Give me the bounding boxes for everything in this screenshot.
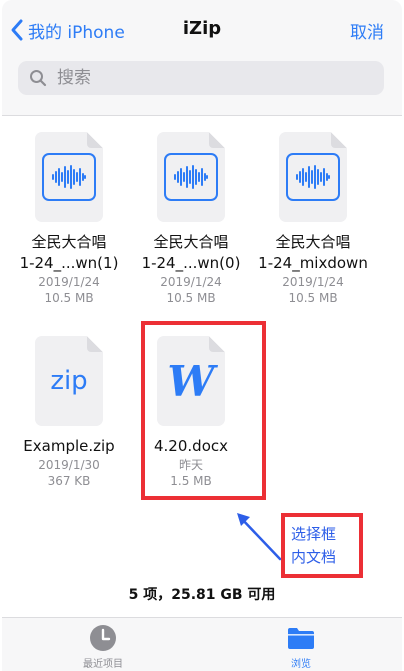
tab-browse[interactable]: 浏览 bbox=[256, 624, 346, 670]
file-item-audio-2[interactable]: 全民大合唱 1-24_...wn(0) 2019/1/24 10.5 MB bbox=[132, 132, 250, 306]
page-title: iZip bbox=[182, 18, 222, 39]
audio-file-icon bbox=[279, 132, 347, 222]
file-name: 全民大合唱 1-24_...wn(0) bbox=[141, 233, 241, 272]
file-item-audio-1[interactable]: 全民大合唱 1-24_...wn(1) 2019/1/24 10.5 MB bbox=[10, 132, 128, 306]
waveform-icon bbox=[174, 165, 208, 189]
waveform-icon bbox=[296, 165, 330, 189]
file-picker-sheet: 我的 iPhone iZip 取消 搜索 全民大合唱 1-24_...wn(1)… bbox=[2, 0, 402, 671]
file-date: 2019/1/24 bbox=[160, 275, 222, 289]
tab-bar: 最近项目 浏览 bbox=[2, 617, 402, 671]
annotation-note: 选择框 内文档 bbox=[281, 513, 363, 578]
navigation-header: 我的 iPhone iZip 取消 bbox=[2, 0, 402, 116]
tab-recents-label: 最近项目 bbox=[83, 659, 123, 670]
file-size: 367 KB bbox=[47, 474, 91, 488]
cancel-button[interactable]: 取消 bbox=[350, 18, 384, 43]
search-bar[interactable] bbox=[18, 61, 384, 95]
search-input[interactable] bbox=[55, 67, 359, 89]
tab-browse-label: 浏览 bbox=[291, 659, 311, 670]
audio-file-icon bbox=[35, 132, 103, 222]
zip-file-icon: zip bbox=[35, 336, 103, 426]
file-size: 10.5 MB bbox=[44, 291, 94, 305]
file-size: 10.5 MB bbox=[288, 291, 338, 305]
search-icon bbox=[30, 70, 47, 87]
file-size: 10.5 MB bbox=[166, 291, 216, 305]
waveform-icon bbox=[52, 165, 86, 189]
clock-icon bbox=[90, 625, 116, 651]
file-date: 2019/1/24 bbox=[38, 275, 100, 289]
file-name: 全民大合唱 1-24_...wn(1) bbox=[19, 233, 119, 272]
file-item-audio-3[interactable]: 全民大合唱 1-24_mixdown 2019/1/24 10.5 MB bbox=[254, 132, 372, 306]
audio-file-icon bbox=[157, 132, 225, 222]
selection-highlight-box bbox=[141, 321, 266, 500]
file-date: 2019/1/24 bbox=[282, 275, 344, 289]
file-item-zip[interactable]: zip Example.zip 2019/1/30 367 KB bbox=[10, 336, 128, 489]
file-name: Example.zip bbox=[23, 437, 115, 455]
file-name: 全民大合唱 1-24_mixdown bbox=[258, 233, 368, 272]
storage-summary: 5 项，25.81 GB 可用 bbox=[128, 587, 276, 603]
file-date: 2019/1/30 bbox=[38, 458, 100, 472]
tab-recents[interactable]: 最近项目 bbox=[58, 624, 148, 670]
folder-icon bbox=[288, 628, 314, 649]
annotation-arrow-icon bbox=[237, 513, 282, 561]
